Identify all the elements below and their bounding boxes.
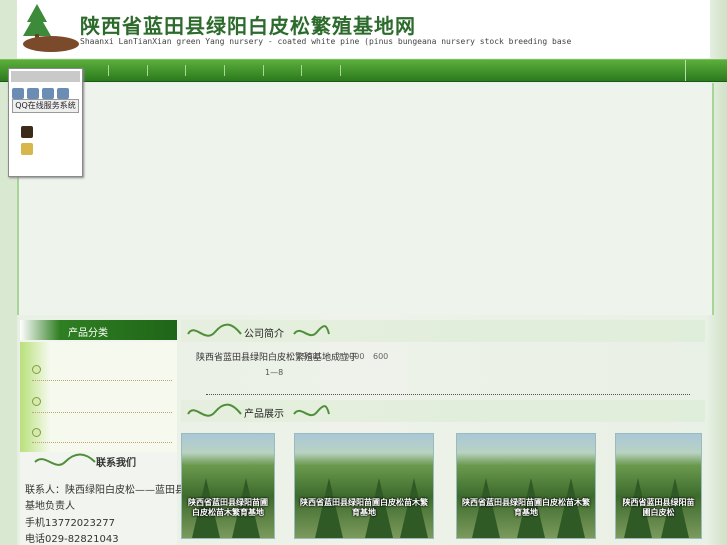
chat-icon[interactable] (27, 88, 39, 99)
product-image[interactable]: 陕西省蓝田县绿阳苗圃白皮松苗木繁育基地 (181, 433, 275, 539)
nav-separator (340, 65, 341, 76)
products-header: 产品展示 (181, 400, 705, 422)
left-sidebar: 产品分类 联系我们 联系人：陕西绿阳白皮松——蓝田县白皮松繁殖基地 基地负责人 … (20, 320, 255, 545)
intro-range: 1—8 (265, 368, 284, 377)
main-navigation-bar (0, 59, 727, 82)
category-divider (32, 412, 172, 413)
qq-avatar-icon[interactable] (21, 126, 33, 138)
swirl-ornament-icon (293, 405, 330, 417)
company-intro-text: 陕西省蓝田县绿阳白皮松繁殖基地成立于 (196, 353, 359, 363)
pine-tree-logo (23, 4, 79, 52)
nav-separator (108, 65, 109, 76)
qq-panel-titlebar (11, 71, 80, 82)
site-header: 陕西省蓝田县绿阳白皮松繁殖基地网 Shaanxi LanTianXian gre… (17, 0, 710, 58)
nav-separator (301, 65, 302, 76)
contact-line: 手机13772023277 (25, 518, 115, 529)
contacts-icon[interactable] (12, 88, 24, 99)
nav-separator (224, 65, 225, 76)
products-title: 产品展示 (244, 409, 284, 420)
phone-icon[interactable] (42, 88, 54, 99)
category-bullet-icon[interactable] (32, 397, 41, 406)
swirl-ornament-icon (187, 403, 242, 417)
swirl-ornament-icon (187, 323, 242, 337)
contact-line: 基地负责人 (25, 501, 75, 512)
category-list (20, 342, 177, 452)
contact-line: 电话029-82821043 (25, 534, 119, 545)
site-title: 陕西省蓝田县绿阳白皮松繁殖基地网 (80, 14, 416, 38)
product-image[interactable]: 陕西省蓝田县绿阳苗圃白皮松苗木繁育基地 (456, 433, 596, 539)
company-intro-title: 公司简介 (244, 329, 284, 340)
banner-area (17, 83, 714, 315)
product-image[interactable]: 陕西省蓝田县绿阳苗圃白皮松苗木繁育基地 (294, 433, 434, 539)
product-caption: 陕西省蓝田县绿阳苗圃白皮松苗木繁育基地 (300, 498, 428, 517)
contact-header: 联系我们 (20, 450, 177, 472)
qq-service-panel[interactable]: QQ在线服务系统 (8, 68, 83, 177)
category-header: 产品分类 (20, 320, 177, 340)
nav-separator (263, 65, 264, 76)
nav-end-divider (685, 60, 686, 81)
section-divider (206, 394, 690, 395)
category-bullet-icon[interactable] (32, 428, 41, 437)
product-image[interactable]: 陕西省蓝田县绿阳苗圃白皮松 (615, 433, 702, 539)
site-subtitle: Shaanxi LanTianXian green Yang nursery -… (80, 37, 572, 46)
product-caption: 陕西省蓝田县绿阳苗圃白皮松苗木繁育基地 (188, 498, 268, 517)
qq-service-label: QQ在线服务系统 (12, 99, 79, 113)
refresh-icon[interactable] (57, 88, 69, 99)
qq-avatar-icon[interactable] (21, 143, 33, 155)
category-title: 产品分类 (68, 328, 108, 339)
swirl-ornament-icon (34, 453, 96, 466)
category-bullet-icon[interactable] (32, 365, 41, 374)
intro-year: 1998 (297, 352, 318, 361)
swirl-ornament-icon (293, 325, 330, 337)
qq-panel-toolbar (12, 84, 80, 99)
contact-title: 联系我们 (96, 458, 136, 469)
nav-separator (185, 65, 186, 76)
intro-number: 600 (373, 352, 389, 361)
category-divider (32, 380, 172, 381)
intro-area: 80000 (339, 352, 365, 361)
company-intro-header: 公司简介 (181, 320, 705, 342)
product-caption: 陕西省蓝田县绿阳苗圃白皮松苗木繁育基地 (462, 498, 590, 517)
category-divider (32, 442, 172, 443)
nav-separator (147, 65, 148, 76)
product-caption: 陕西省蓝田县绿阳苗圃白皮松 (622, 498, 695, 517)
